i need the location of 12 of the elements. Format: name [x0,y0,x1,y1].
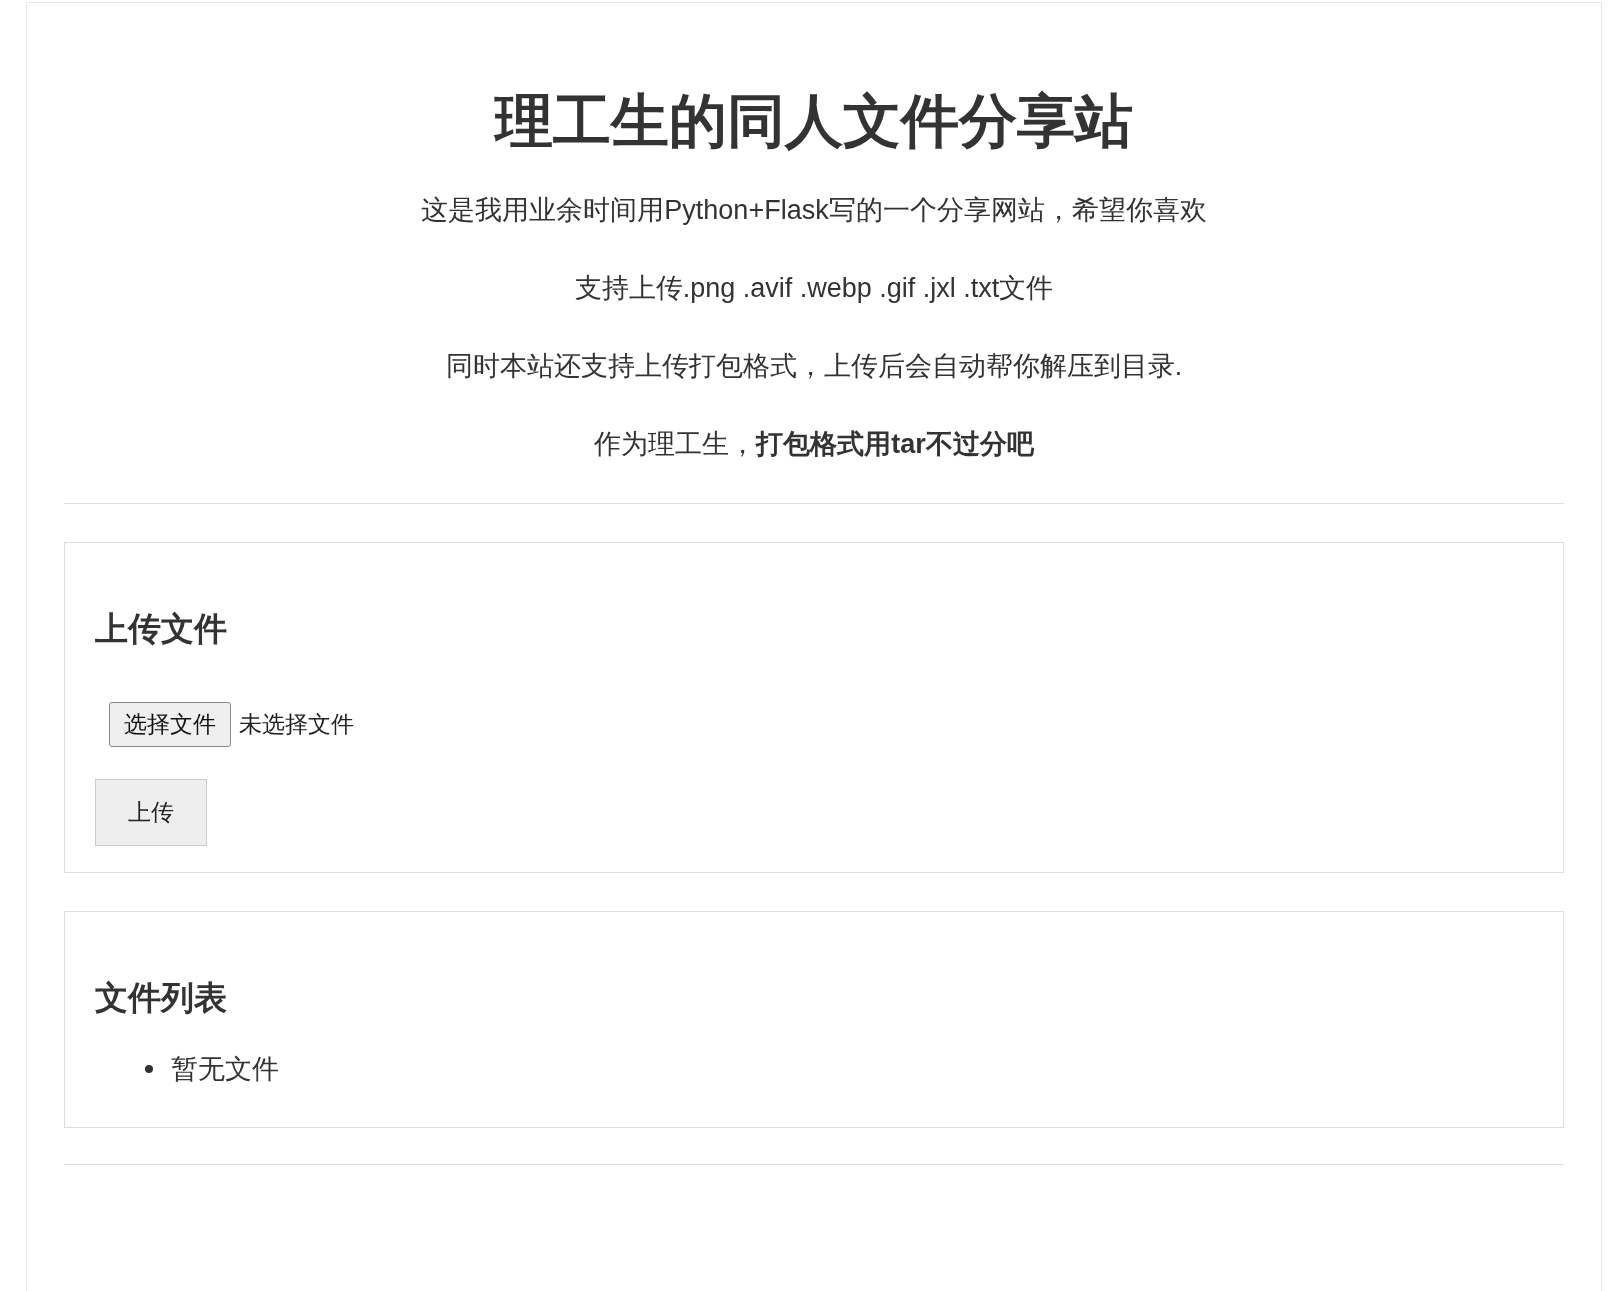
choose-file-button[interactable]: 选择文件 [109,701,231,747]
intro-text: 这是我用业余时间用Python+Flask写的一个分享网站，希望你喜欢 [420,193,1208,227]
upload-button[interactable]: 上传 [95,778,207,846]
section-heading: 文件列表 [95,977,228,1018]
intro-text: 同时本站还支持上传打包格式，上传后会自动帮你解压到目录. [444,349,1184,383]
section-heading: 上传文件 [95,608,228,649]
page-title: 理工生的同人文件分享站 [493,89,1134,153]
intro-text: 支持上传.png .avif .webp .gif .jxl .txt文件 [573,271,1055,305]
bullet-icon [145,1064,153,1073]
file-status-text: 未选择文件 [239,709,354,739]
intro-text: 作为理工生，打包格式用tar不过分吧 [593,427,1035,461]
list-item-text: 暂无文件 [171,1052,279,1086]
